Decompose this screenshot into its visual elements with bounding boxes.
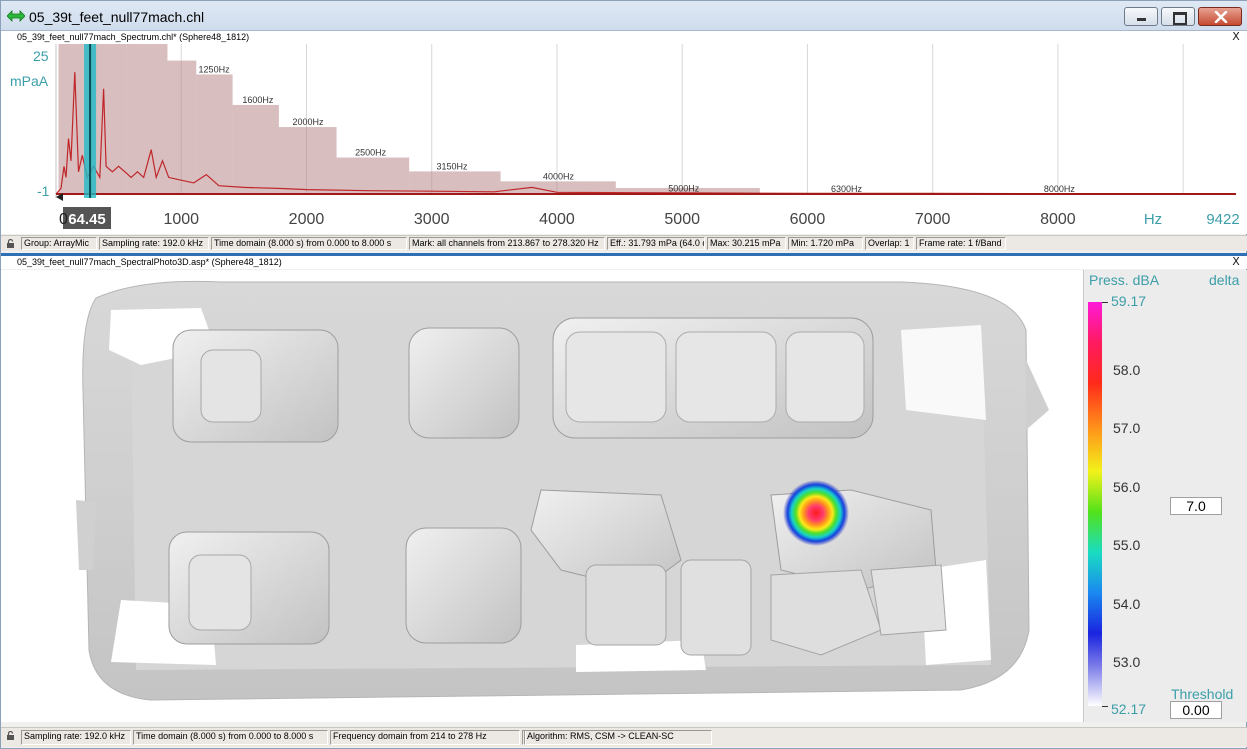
status-cell: Time domain (8.000 s) from 0.000 to 8.00… — [133, 730, 328, 745]
maximize-button[interactable] — [1161, 7, 1195, 26]
legend-tick: 57.0 — [1113, 420, 1141, 436]
band-label: 8000Hz — [1044, 184, 1076, 194]
band-label: 4000Hz — [543, 171, 575, 181]
status-cell: Overlap: 1 — [865, 237, 914, 250]
window-title: 05_39t_feet_null77mach.chl — [29, 9, 205, 25]
legend-max-value: 59.17 — [1111, 293, 1147, 309]
x-max-label: 9422 — [1206, 211, 1239, 228]
sound-source-hotspot — [783, 480, 849, 546]
close-icon — [1214, 11, 1228, 23]
status-cell: Frequency domain from 214 to 278 Hz — [330, 730, 520, 745]
octave-band-bar — [167, 60, 197, 194]
legend-tick: 55.0 — [1113, 537, 1141, 553]
spectrum-panel-close-button[interactable]: X — [1230, 31, 1242, 43]
x-tick-label: 5000 — [664, 211, 700, 228]
octave-band-bar — [336, 157, 410, 194]
band-label: 6300Hz — [831, 184, 863, 194]
status-cell: Mark: all channels from 213.867 to 278.3… — [409, 237, 605, 250]
legend-tick: 58.0 — [1113, 362, 1141, 378]
status-cell: Sampling rate: 192.0 kHz — [21, 730, 131, 745]
x-tick-zero: 0 — [59, 211, 68, 228]
legend-title: Press. dBA — [1089, 272, 1160, 288]
color-scale-panel: Press. dBA delta 59.17 58.0 57.0 56.0 55… — [1083, 270, 1247, 722]
x-axis-unit: Hz — [1144, 211, 1162, 228]
legend-min-value: 52.17 — [1111, 701, 1147, 717]
bottom-status-bar: Sampling rate: 192.0 kHz Time domain (8.0… — [1, 727, 1247, 747]
spectrum-panel-header: 05_39t_feet_null77mach_Spectrum.chl* (Sp… — [1, 31, 1247, 44]
app-logo-icon — [7, 10, 25, 22]
lock-icon[interactable] — [6, 239, 15, 248]
minimize-button[interactable] — [1124, 7, 1158, 26]
view3d-panel-header: 05_39t_feet_null77mach_SpectralPhoto3D.a… — [1, 256, 1247, 269]
octave-band-bar — [196, 74, 233, 194]
lock-icon[interactable] — [6, 731, 15, 740]
color-scale-bar — [1088, 302, 1102, 706]
threshold-label: Threshold — [1171, 686, 1234, 702]
band-label: 3150Hz — [437, 161, 469, 171]
octave-band-bar — [232, 104, 279, 194]
legend-delta-label: delta — [1209, 272, 1240, 288]
delta-input[interactable]: 7.0 — [1170, 497, 1222, 515]
legend-tick: 54.0 — [1113, 596, 1141, 612]
octave-band-bar — [144, 44, 168, 194]
close-button[interactable] — [1198, 7, 1242, 26]
application-window: 05_39t_feet_null77mach.chl 05_39t_feet_n… — [0, 0, 1247, 749]
octave-band-bar — [278, 127, 337, 194]
vehicle-interior-model — [76, 280, 1049, 701]
status-cell: Min: 1.720 mPa — [788, 237, 863, 250]
threshold-input[interactable]: 0.00 — [1170, 701, 1222, 719]
status-cell: Max: 30.215 mPa — [707, 237, 786, 250]
octave-band-bar — [58, 44, 84, 194]
octave-band-bar — [126, 44, 145, 194]
x-tick-label: 1000 — [163, 211, 199, 228]
status-cell: Time domain (8.000 s) from 0.000 to 8.00… — [211, 237, 407, 250]
legend-tick: 53.0 — [1113, 654, 1141, 670]
status-cell: Frame rate: 1 f/Band — [916, 237, 1006, 250]
acoustic-3d-view[interactable] — [1, 270, 1083, 722]
x-tick-label: 8000 — [1040, 211, 1076, 228]
legend-tick: 56.0 — [1113, 479, 1141, 495]
status-cell: Group: ArrayMic — [21, 237, 97, 250]
x-tick-label: 2000 — [289, 211, 325, 228]
band-label: 1600Hz — [242, 95, 274, 105]
y-axis-unit: mPaA — [10, 73, 49, 89]
x-tick-label: 3000 — [414, 211, 450, 228]
status-cell: Eff.: 31.793 mPa (64.0 dBA) — [607, 237, 705, 250]
view3d-panel-title: 05_39t_feet_null77mach_SpectralPhoto3D.a… — [17, 257, 282, 267]
cursor-value: 64.45 — [68, 211, 106, 228]
status-cell: Algorithm: RMS, CSM -> CLEAN-SC — [524, 730, 712, 745]
view3d-panel-close-button[interactable]: X — [1230, 256, 1242, 268]
spectrum-chart[interactable]: 1250Hz 1600Hz 2000Hz 2500Hz 3150Hz 4000Hz 5000… — [1, 44, 1247, 234]
spectrum-panel-title: 05_39t_feet_null77mach_Spectrum.chl* (Sp… — [17, 32, 250, 42]
band-label: 5000Hz — [668, 183, 700, 193]
x-tick-label: 7000 — [915, 211, 951, 228]
x-tick-label: 4000 — [539, 211, 575, 228]
band-label: 2500Hz — [355, 148, 387, 158]
band-label: 1250Hz — [199, 64, 231, 74]
title-bar[interactable]: 05_39t_feet_null77mach.chl — [1, 1, 1247, 31]
status-cell: Sampling rate: 192.0 kHz — [99, 237, 209, 250]
spectrum-plot[interactable]: 1250Hz1600Hz2000Hz2500Hz3150Hz4000Hz5000… — [1, 44, 1247, 234]
x-tick-label: 6000 — [790, 211, 826, 228]
y-tick-label: -1 — [37, 183, 50, 199]
band-label: 2000Hz — [292, 117, 324, 127]
y-tick-label: 25 — [33, 48, 49, 64]
octave-band-bar — [106, 44, 127, 194]
spectrum-status-bar: Group: ArrayMic Sampling rate: 192.0 kHz T… — [1, 235, 1247, 251]
